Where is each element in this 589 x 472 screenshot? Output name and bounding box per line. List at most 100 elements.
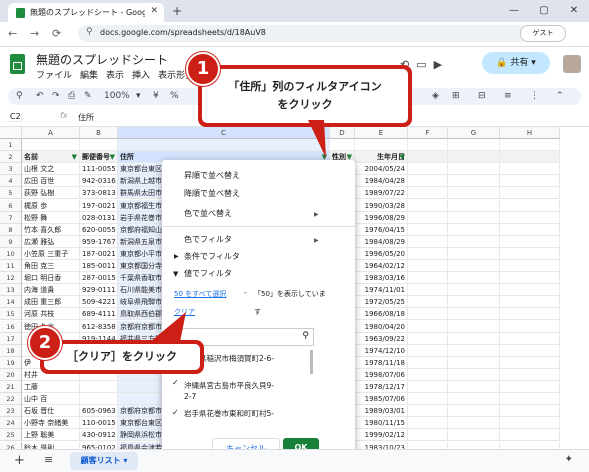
- empty-cell[interactable]: [500, 175, 560, 188]
- reload-icon[interactable]: ⟳: [52, 27, 61, 40]
- zip-cell[interactable]: 929-0111: [80, 284, 118, 297]
- filter-icon[interactable]: ▼: [72, 151, 77, 162]
- name-cell[interactable]: 上野 聡美: [22, 429, 80, 442]
- zip-cell[interactable]: 689-4111: [80, 308, 118, 321]
- zoom-select[interactable]: 100%: [104, 91, 130, 101]
- zip-cell[interactable]: 110-0015: [80, 417, 118, 430]
- empty-cell[interactable]: [408, 381, 448, 394]
- birthdate-cell[interactable]: 1964/02/12: [355, 260, 408, 273]
- row-header[interactable]: 13: [0, 284, 22, 297]
- birthdate-cell[interactable]: 1996/05/20: [355, 247, 408, 260]
- col-header-c[interactable]: C: [118, 127, 330, 139]
- zip-cell[interactable]: 197-0021: [80, 199, 118, 212]
- empty-cell[interactable]: [408, 163, 448, 176]
- comment-icon[interactable]: ▭: [416, 58, 426, 71]
- birthdate-cell[interactable]: [355, 139, 408, 152]
- name-cell[interactable]: 松野 舞: [22, 211, 80, 224]
- header-birthdate-cell[interactable]: 生年月日 ▼: [355, 151, 408, 164]
- forward-icon[interactable]: →: [30, 27, 39, 40]
- row-header[interactable]: 9: [0, 235, 22, 248]
- row-header[interactable]: 8: [0, 223, 22, 236]
- row-header[interactable]: 18: [0, 344, 22, 357]
- birthdate-cell[interactable]: 2004/05/24: [355, 163, 408, 176]
- col-header-e[interactable]: E: [355, 127, 408, 139]
- empty-cell[interactable]: [500, 151, 560, 164]
- birthdate-cell[interactable]: 1978/12/17: [355, 381, 408, 394]
- name-cell[interactable]: 広瀬 雅弘: [22, 235, 80, 248]
- zip-cell[interactable]: 620-0055: [80, 223, 118, 236]
- select-all-link[interactable]: 50 をすべて選択: [174, 289, 226, 299]
- empty-cell[interactable]: [500, 199, 560, 212]
- value-item[interactable]: 沖縄県宮古島市平良久貝9-: [184, 380, 274, 391]
- zip-cell[interactable]: [80, 139, 118, 152]
- empty-cell[interactable]: [500, 260, 560, 273]
- name-cell[interactable]: 堀口 明日香: [22, 272, 80, 285]
- birthdate-cell[interactable]: 1984/04/28: [355, 175, 408, 188]
- empty-cell[interactable]: [500, 356, 560, 369]
- row-header[interactable]: 6: [0, 199, 22, 212]
- empty-cell[interactable]: [408, 417, 448, 430]
- empty-cell[interactable]: [448, 429, 500, 442]
- birthdate-cell[interactable]: 1989/03/01: [355, 405, 408, 418]
- empty-cell[interactable]: [408, 187, 448, 200]
- url-field[interactable]: ⚲ docs.google.com/spreadsheets/d/18AuV8: [78, 25, 528, 42]
- birthdate-cell[interactable]: 1972/05/25: [355, 296, 408, 309]
- birthdate-cell[interactable]: 1963/09/22: [355, 332, 408, 345]
- formula-input[interactable]: 住所: [78, 112, 94, 123]
- empty-cell[interactable]: [408, 332, 448, 345]
- empty-cell[interactable]: [500, 163, 560, 176]
- minimize-icon[interactable]: —: [499, 0, 529, 22]
- empty-cell[interactable]: [448, 356, 500, 369]
- empty-cell[interactable]: [448, 332, 500, 345]
- row-header[interactable]: 11: [0, 260, 22, 273]
- col-header-f[interactable]: F: [408, 127, 448, 139]
- empty-cell[interactable]: [500, 187, 560, 200]
- collapse-toolbar-icon[interactable]: ⌃: [556, 91, 564, 101]
- header-name-cell[interactable]: 名前 ▼: [22, 151, 80, 164]
- name-cell[interactable]: 小野寺 奈緒美: [22, 417, 80, 430]
- empty-cell[interactable]: [500, 223, 560, 236]
- name-cell[interactable]: 工藤: [22, 381, 80, 394]
- empty-cell[interactable]: [500, 272, 560, 285]
- menu-view[interactable]: 表示: [106, 71, 124, 81]
- checkbox-checked-icon[interactable]: ✓: [172, 378, 179, 387]
- zip-cell[interactable]: 430-0912: [80, 429, 118, 442]
- empty-cell[interactable]: [448, 175, 500, 188]
- empty-cell[interactable]: [408, 223, 448, 236]
- empty-cell[interactable]: [408, 344, 448, 357]
- sort-desc-item[interactable]: 降順で並べ替え: [184, 188, 240, 199]
- sort-asc-item[interactable]: 昇順で並べ替え: [184, 170, 240, 181]
- undo-icon[interactable]: ↶: [36, 91, 44, 101]
- zip-cell[interactable]: 187-0021: [80, 247, 118, 260]
- avatar[interactable]: [563, 55, 581, 73]
- empty-cell[interactable]: [500, 296, 560, 309]
- empty-cell[interactable]: [500, 417, 560, 430]
- birthdate-cell[interactable]: 1999/02/12: [355, 429, 408, 442]
- back-icon[interactable]: ←: [8, 27, 17, 40]
- empty-cell[interactable]: [448, 320, 500, 333]
- print-icon[interactable]: ⎙: [68, 91, 75, 101]
- birthdate-cell[interactable]: 1990/03/28: [355, 199, 408, 212]
- empty-cell[interactable]: [500, 381, 560, 394]
- filter-icon[interactable]: ▼: [110, 151, 115, 162]
- name-cell[interactable]: 小笠原 三重子: [22, 247, 80, 260]
- empty-cell[interactable]: [448, 344, 500, 357]
- empty-cell[interactable]: [448, 272, 500, 285]
- row-header[interactable]: 5: [0, 187, 22, 200]
- percent-button[interactable]: %: [170, 91, 179, 101]
- menu-insert[interactable]: 挿入: [132, 71, 150, 81]
- header-zip-cell[interactable]: 郵便番号 ▼: [80, 151, 118, 164]
- share-button[interactable]: 🔒 共有 ▾: [482, 52, 550, 74]
- address-cell[interactable]: [118, 139, 330, 152]
- search-menus-icon[interactable]: ⚲: [16, 91, 23, 101]
- row-header[interactable]: 25: [0, 429, 22, 442]
- row-header[interactable]: 1: [0, 139, 22, 152]
- empty-cell[interactable]: [448, 405, 500, 418]
- row-header[interactable]: 20: [0, 368, 22, 381]
- name-cell[interactable]: 河原 共枝: [22, 308, 80, 321]
- birthdate-cell[interactable]: 1978/11/18: [355, 356, 408, 369]
- name-cell[interactable]: 成田 重三郎: [22, 296, 80, 309]
- zip-cell[interactable]: 959-1767: [80, 235, 118, 248]
- empty-cell[interactable]: [448, 368, 500, 381]
- name-cell[interactable]: 荻野 弘樹: [22, 187, 80, 200]
